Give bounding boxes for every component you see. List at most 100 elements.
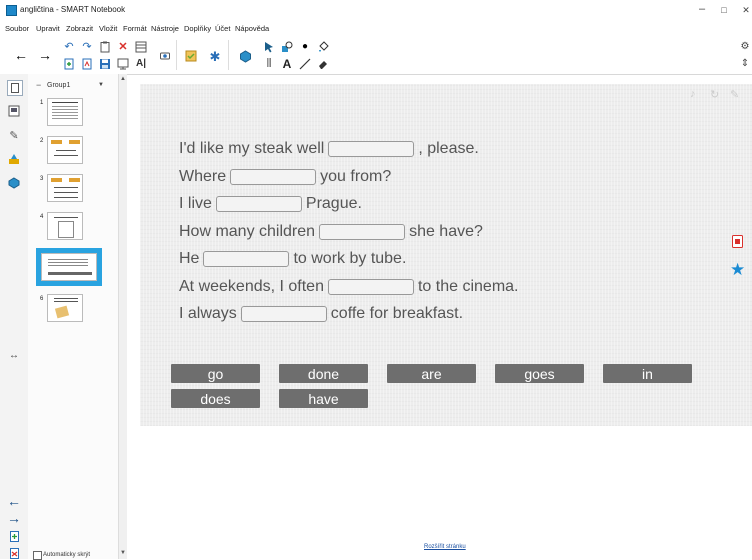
group-label: Group1 [47, 82, 71, 89]
sidebar-delete-page-icon[interactable] [7, 546, 21, 560]
menu-soubor[interactable]: Soubor [5, 24, 29, 33]
page-number: 4 [40, 214, 44, 220]
response-icon[interactable] [184, 49, 198, 63]
word-tile-does[interactable]: does [171, 389, 260, 408]
page-number: 1 [40, 100, 44, 106]
menu-napoveda[interactable]: Nápověda [235, 24, 269, 33]
minimize-button[interactable]: – [692, 3, 712, 15]
page-sorter-panel: − Group1 ▼ 1 2 3 4 5 6 [28, 74, 121, 560]
word-tile-goes[interactable]: goes [495, 364, 584, 383]
answer-blank[interactable] [327, 279, 414, 295]
gallery-tab-icon[interactable] [7, 104, 21, 118]
menu-nastroje[interactable]: Nástroje [151, 24, 179, 33]
next-page-icon[interactable]: → [38, 48, 52, 62]
menu-vlozit[interactable]: Vložit [99, 24, 117, 33]
redo-icon[interactable]: ↷ [80, 40, 94, 54]
properties-tab-icon[interactable] [7, 152, 21, 166]
table-tool-icon[interactable]: ⫼ [262, 57, 276, 71]
add-page-icon[interactable] [62, 57, 76, 71]
line-tool-icon[interactable] [298, 57, 312, 71]
group-collapse-icon[interactable]: − [36, 80, 41, 90]
sorter-scrollbar[interactable]: ▲ ▼ [118, 74, 127, 559]
attachments-tab-icon[interactable]: ✎ [7, 128, 21, 142]
display-screen-icon[interactable] [116, 57, 130, 71]
sentence-1: I'd like my steak well , please. [179, 140, 479, 157]
menu-doplnky[interactable]: Doplňky [184, 24, 211, 33]
addons-icon[interactable]: ✱ [208, 49, 222, 63]
answer-blank[interactable] [319, 224, 406, 240]
maximize-button[interactable]: □ [714, 5, 734, 15]
extend-page-link[interactable]: Rozšířit stránku [424, 544, 466, 550]
page-thumbnail-3[interactable] [47, 174, 83, 202]
answer-blank[interactable] [240, 306, 327, 322]
word-tile-have[interactable]: have [279, 389, 368, 408]
answer-blank[interactable] [215, 196, 302, 212]
pen-icon[interactable]: ✎ [730, 88, 739, 101]
sentence-3: I live Prague. [179, 195, 362, 212]
menu-zobrazit[interactable]: Zobrazit [66, 24, 93, 33]
scroll-up-icon[interactable]: ▲ [120, 76, 126, 82]
sound-icon[interactable]: ♪ [690, 88, 696, 100]
document-camera-icon[interactable] [158, 49, 172, 63]
settings-gear-icon[interactable]: ⚙ [738, 40, 752, 54]
screen-shade-icon[interactable] [134, 40, 148, 54]
word-tile-done[interactable]: done [279, 364, 368, 383]
group-dropdown-icon[interactable]: ▼ [98, 82, 104, 88]
toolbar-move-icon[interactable]: ⇕ [738, 57, 752, 71]
previous-page-icon[interactable]: ← [14, 48, 28, 62]
sentence-4: How many children she have? [179, 223, 483, 240]
word-tile-in[interactable]: in [603, 364, 692, 383]
menu-upravit[interactable]: Upravit [36, 24, 60, 33]
sidebar-next-page-icon[interactable]: → [7, 510, 21, 526]
addons-tab-icon[interactable] [7, 176, 21, 190]
resize-sidebar-icon[interactable]: ↔ [7, 348, 21, 362]
shapes-tool-icon[interactable] [280, 40, 294, 54]
sentence-2: Where you from? [179, 168, 392, 185]
paste-icon[interactable] [98, 40, 112, 54]
answer-blank[interactable] [203, 251, 290, 267]
page-thumbnail-6[interactable] [47, 294, 83, 322]
toolbar-separator [228, 40, 229, 70]
auto-hide-label: Automaticky skrýt [43, 552, 91, 558]
sentence-5: He to work by tube. [179, 250, 407, 267]
word-tile-go[interactable]: go [171, 364, 260, 383]
page-thumbnail-2[interactable] [47, 136, 83, 164]
select-tool-icon[interactable] [262, 40, 276, 54]
eraser-tool-icon[interactable] [316, 57, 330, 71]
page-thumbnail-4[interactable] [47, 212, 83, 240]
window-title: angličtina - SMART Notebook [20, 5, 126, 14]
smart-notebook-app-icon [6, 5, 17, 16]
page-number: 6 [40, 296, 44, 302]
save-icon[interactable] [98, 57, 112, 71]
text-format-icon[interactable]: A| [134, 57, 148, 71]
answer-blank[interactable] [230, 169, 317, 185]
sentence-6: At weekends, I often to the cinema. [179, 278, 519, 295]
pdf-icon[interactable] [732, 235, 743, 251]
insert-page-icon[interactable] [80, 57, 94, 71]
text-tool-icon[interactable]: A [280, 57, 294, 71]
scroll-down-icon[interactable]: ▼ [120, 550, 126, 556]
menu-ucet[interactable]: Účet [215, 24, 230, 33]
word-tile-are[interactable]: are [387, 364, 476, 383]
page-thumbnail-5[interactable] [41, 253, 97, 281]
toolbar-separator [176, 40, 177, 70]
answer-blank[interactable] [328, 141, 415, 157]
lab-activity-icon[interactable] [238, 49, 252, 63]
menu-bar: Soubor Upravit Zobrazit Vložit Formát Ná… [0, 22, 752, 36]
star-favorites-icon[interactable]: ★ [730, 260, 745, 280]
close-button[interactable]: ✕ [736, 5, 752, 16]
reset-page-icon[interactable]: ↻ [710, 88, 719, 101]
sidebar-previous-page-icon[interactable]: ← [7, 493, 21, 509]
undo-icon[interactable]: ↶ [62, 40, 76, 54]
page-thumbnail-1[interactable] [47, 98, 83, 126]
sidebar-add-page-icon[interactable] [7, 529, 21, 543]
delete-icon[interactable]: ✕ [116, 40, 130, 54]
magic-pen-icon[interactable]: ● [298, 40, 312, 54]
fill-tool-icon[interactable] [316, 40, 330, 54]
title-bar: angličtina - SMART Notebook – □ ✕ [0, 0, 752, 22]
page-number: 3 [40, 176, 44, 182]
side-tab-strip: ✎ ↔ ← → [0, 74, 29, 559]
toolbar: ← → ↶ ↷ ✕ A| ✱ ● ⫼ A ⚙ ⇕ [0, 36, 752, 75]
page-sorter-tab-icon[interactable] [7, 80, 23, 96]
menu-format[interactable]: Formát [123, 24, 147, 33]
